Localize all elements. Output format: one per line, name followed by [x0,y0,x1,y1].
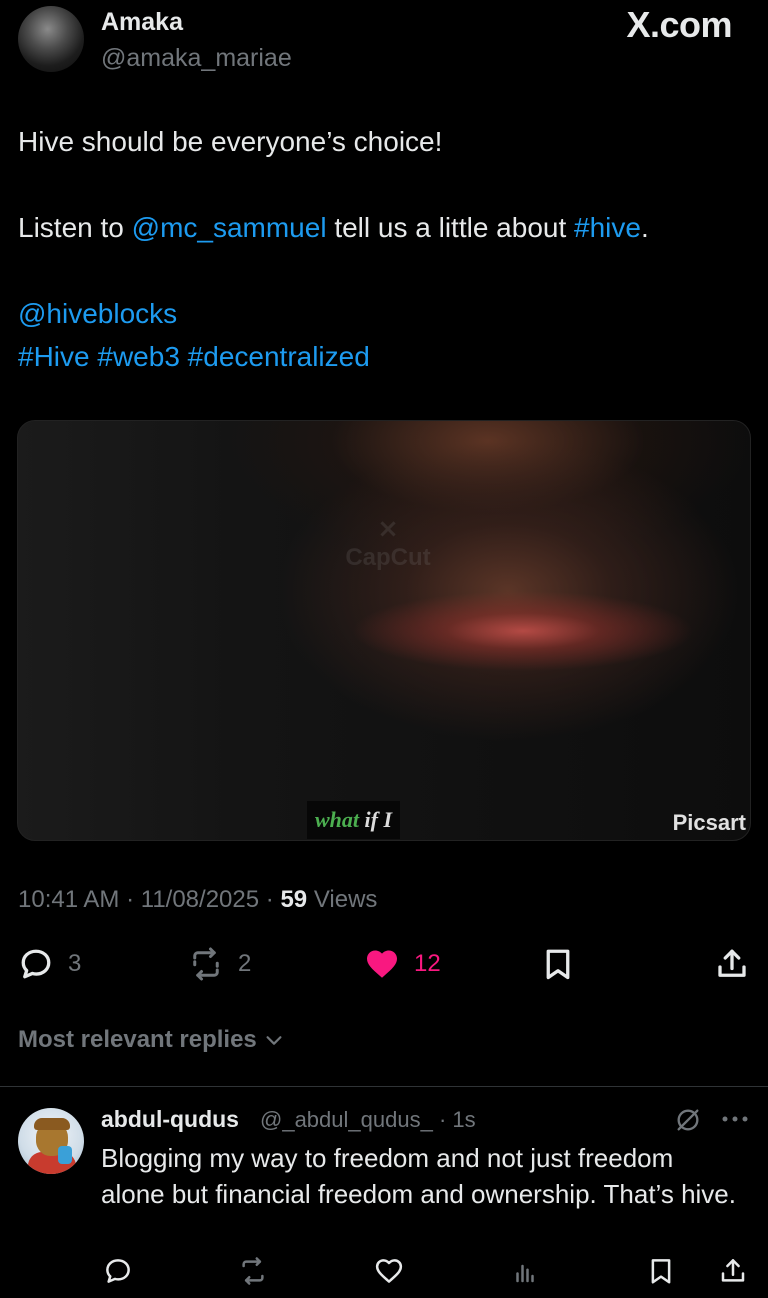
like-button[interactable]: 12 [364,944,441,984]
capcut-logo-icon: ⨯ [377,513,399,543]
hashtag-link-hive[interactable]: #hive [574,212,641,243]
tweet-meta: 10:41 AM · 11/08/2025 · 59 Views [18,886,377,914]
caption-word-what: what [315,807,360,832]
reply-time: · 1s [438,1107,476,1132]
share-icon [718,949,746,977]
reply-icon [106,1259,130,1283]
bookmark-icon [651,1259,671,1284]
author-name[interactable]: Amaka [101,8,183,37]
capcut-watermark-text: CapCut [345,544,431,571]
hashtag-link-web3[interactable]: #web3 [97,341,180,372]
text-segment: . [640,212,649,243]
tweet-line-2: Listen to @mc_sammuel tell us a little a… [18,206,753,249]
analytics-icon [516,1264,534,1283]
author-avatar[interactable] [18,6,84,72]
brand-watermark: X.com [626,4,732,45]
bookmark-icon [546,949,570,980]
more-options-icon[interactable] [720,1114,750,1124]
reply-author-avatar[interactable] [18,1108,84,1174]
views-count: 59 [280,886,308,913]
reply-button[interactable]: 3 [18,944,81,984]
tweet-action-bar: 3 2 12 [0,944,768,988]
reply-text: Blogging my way to freedom and not just … [101,1143,736,1209]
text-segment: tell us a little about [326,212,575,243]
reply-reply-button[interactable] [103,1256,133,1291]
mention-link-mc-sammuel[interactable]: @mc_sammuel [132,212,327,243]
capcut-watermark: ⨯ CapCut [328,513,448,572]
reply-repost-button[interactable] [238,1256,268,1291]
meta-separator: · [265,886,274,913]
reply-like-button[interactable] [374,1256,404,1291]
author-handle[interactable]: @amaka_mariae [101,44,292,73]
picsart-watermark: Picsart [672,810,746,835]
caption-rest: if I [359,807,393,832]
reply-handle-text[interactable]: @_abdul_qudus_ [260,1107,433,1132]
tweet-time[interactable]: 10:41 AM [18,886,119,913]
reply-author-handle: @_abdul_qudus_ · 1s [260,1107,476,1133]
heart-icon [375,1259,403,1283]
repost-count: 2 [238,950,252,977]
tweet-line-1: Hive should be everyone’s choice! [18,126,443,157]
reply-analytics-button[interactable] [510,1256,540,1291]
text-segment: Listen to [18,212,132,243]
like-count: 12 [414,950,441,977]
reply-action-bar [0,1256,768,1290]
tweet-text: Hive should be everyone’s choice! Listen… [18,120,753,378]
repost-button[interactable]: 2 [188,944,251,984]
replies-sort-label: Most relevant replies [18,1026,257,1053]
views-label: Views [313,886,378,913]
reply-bookmark-button[interactable] [646,1256,676,1291]
tweet-line-hashtags: #Hive #web3 #decentralized [18,335,753,378]
repost-icon [242,1257,264,1285]
repost-icon [193,947,219,981]
reply-share-button[interactable] [718,1256,748,1291]
chevron-down-icon [266,1036,282,1045]
hashtag-link-decentralized[interactable]: #decentralized [188,341,370,372]
bookmark-button[interactable] [540,944,576,984]
video-caption: what if I [307,801,401,839]
tweet-line-mention: @hiveblocks [18,292,753,335]
mention-link-hiveblocks[interactable]: @hiveblocks [18,298,177,329]
tweet-date[interactable]: 11/08/2025 [141,886,259,913]
share-icon [721,1259,745,1282]
heart-filled-icon [367,950,397,978]
reply-author-name[interactable]: abdul-qudus [101,1106,239,1133]
share-button[interactable] [714,944,750,984]
hashtag-link-Hive[interactable]: #Hive [18,341,90,372]
grok-icon[interactable] [674,1106,702,1134]
divider [0,1086,768,1087]
replies-sort-dropdown[interactable]: Most relevant replies [18,1026,285,1054]
reply-icon [21,949,51,979]
meta-separator: · [126,886,135,913]
tweet-video[interactable]: ⨯ CapCut what if I Picsart [17,420,751,841]
reply-count: 3 [68,950,82,977]
